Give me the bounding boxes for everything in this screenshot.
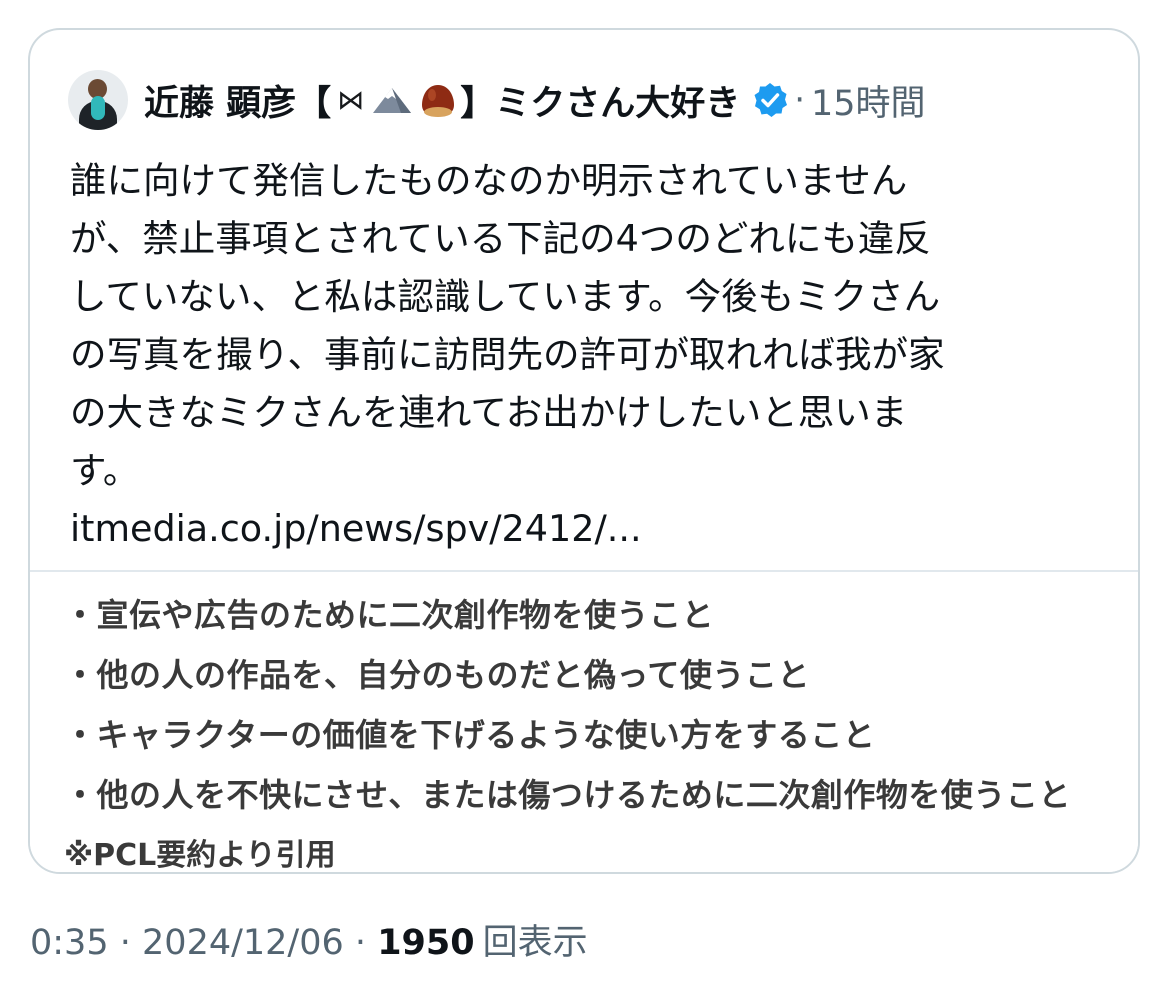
rule-item: ・キャラクターの価値を下げるような使い方をすること bbox=[64, 716, 876, 754]
avatar-figure bbox=[91, 96, 105, 120]
quoted-post-card[interactable]: 近藤 顕彦【 ⋈ 】ミクさん大好き · 15時間 誰に向けて発信したものなのか明… bbox=[28, 28, 1140, 874]
name-emoji-group: ⋈ bbox=[331, 81, 460, 119]
post-text-line: の大きなミクさんを連れてお出かけしたいと思いま bbox=[70, 391, 908, 434]
post-text-line: 誰に向けて発信したものなのか明示されていません bbox=[70, 159, 908, 202]
post-date[interactable]: 2024/12/06 bbox=[142, 923, 344, 963]
header-separator: · bbox=[794, 80, 806, 120]
post-text-line: していない、と私は認識しています。今後もミクさん bbox=[70, 275, 941, 318]
views-label: 回表示 bbox=[482, 923, 588, 963]
post-footer: 0:35 · 2024/12/06 · 1950 回表示 bbox=[30, 914, 588, 965]
post-text: 誰に向けて発信したものなのか明示されていません が、禁止事項とされている下記の4… bbox=[70, 152, 1120, 500]
post-time-ago[interactable]: 15時間 bbox=[811, 75, 926, 126]
verified-badge-icon bbox=[754, 83, 788, 117]
bowtie-icon: ⋈ bbox=[337, 84, 365, 116]
post-text-line: す。 bbox=[70, 449, 140, 492]
author-name-part1[interactable]: 近藤 顕彦【 bbox=[144, 75, 331, 126]
rule-item: ・宣伝や広告のために二次創作物を使うこと bbox=[64, 596, 715, 634]
rule-item: ・他の人を不快にさせ、または傷つけるために二次創作物を使うこと bbox=[64, 776, 1071, 814]
attached-image[interactable]: ・宣伝や広告のために二次創作物を使うこと ・他の人の作品を、自分のものだと偽って… bbox=[30, 572, 1138, 873]
footer-separator: · bbox=[119, 923, 131, 963]
post-text-line: が、禁止事項とされている下記の4つのどれにも違反 bbox=[70, 217, 931, 260]
views-count: 1950 bbox=[377, 923, 475, 963]
post-header: 近藤 顕彦【 ⋈ 】ミクさん大好き · 15時間 bbox=[68, 68, 926, 132]
chestnut-icon bbox=[422, 85, 455, 117]
rule-item: ・他の人の作品を、自分のものだと偽って使うこと bbox=[64, 656, 810, 694]
author-name-part2[interactable]: 】ミクさん大好き bbox=[460, 75, 740, 126]
post-time[interactable]: 0:35 bbox=[30, 923, 109, 963]
post-link[interactable]: itmedia.co.jp/news/spv/2412/... bbox=[70, 500, 642, 558]
avatar[interactable] bbox=[68, 70, 128, 130]
mountain-icon bbox=[373, 88, 412, 113]
image-citation: ※PCL要約より引用 bbox=[64, 838, 336, 873]
footer-separator: · bbox=[354, 923, 367, 963]
post-text-line: の写真を撮り、事前に訪問先の許可が取れれば我が家 bbox=[70, 333, 945, 376]
